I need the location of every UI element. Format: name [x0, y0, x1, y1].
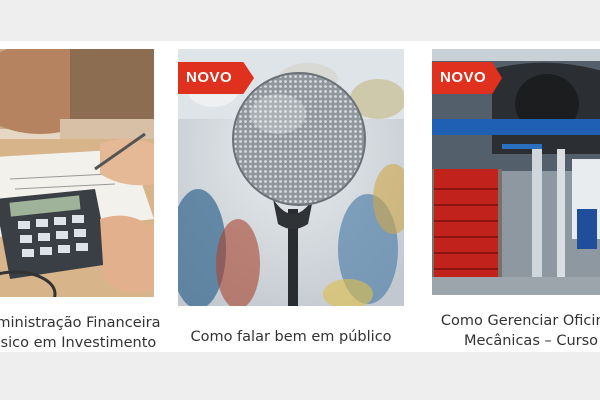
- course-carousel: Administração Financeira Básico em Inves…: [0, 41, 600, 352]
- course-title-line1: Como falar bem em público: [190, 329, 392, 345]
- course-title-line1: Como Gerenciar Oficinas: [440, 313, 600, 329]
- course-title[interactable]: Como Gerenciar Oficinas Mecânicas – Curs…: [426, 311, 600, 351]
- course-title-line2: Mecânicas – Curso: [463, 333, 599, 349]
- course-title[interactable]: Como falar bem em público: [170, 327, 412, 347]
- course-card-falar-em-publico[interactable]: NOVO Como falar bem em público: [178, 41, 406, 352]
- course-thumbnail[interactable]: [0, 49, 154, 297]
- course-thumbnail[interactable]: NOVO: [432, 49, 600, 295]
- course-thumbnail[interactable]: NOVO: [178, 49, 404, 306]
- calculator-finance-photo: [0, 49, 154, 297]
- course-card-financeira[interactable]: Administração Financeira Básico em Inves…: [0, 41, 161, 352]
- new-badge: NOVO: [432, 62, 502, 94]
- course-card-oficinas-mecanicas[interactable]: NOVO Como Gerenciar Oficinas Mecânicas –…: [432, 41, 600, 352]
- new-badge: NOVO: [178, 62, 254, 94]
